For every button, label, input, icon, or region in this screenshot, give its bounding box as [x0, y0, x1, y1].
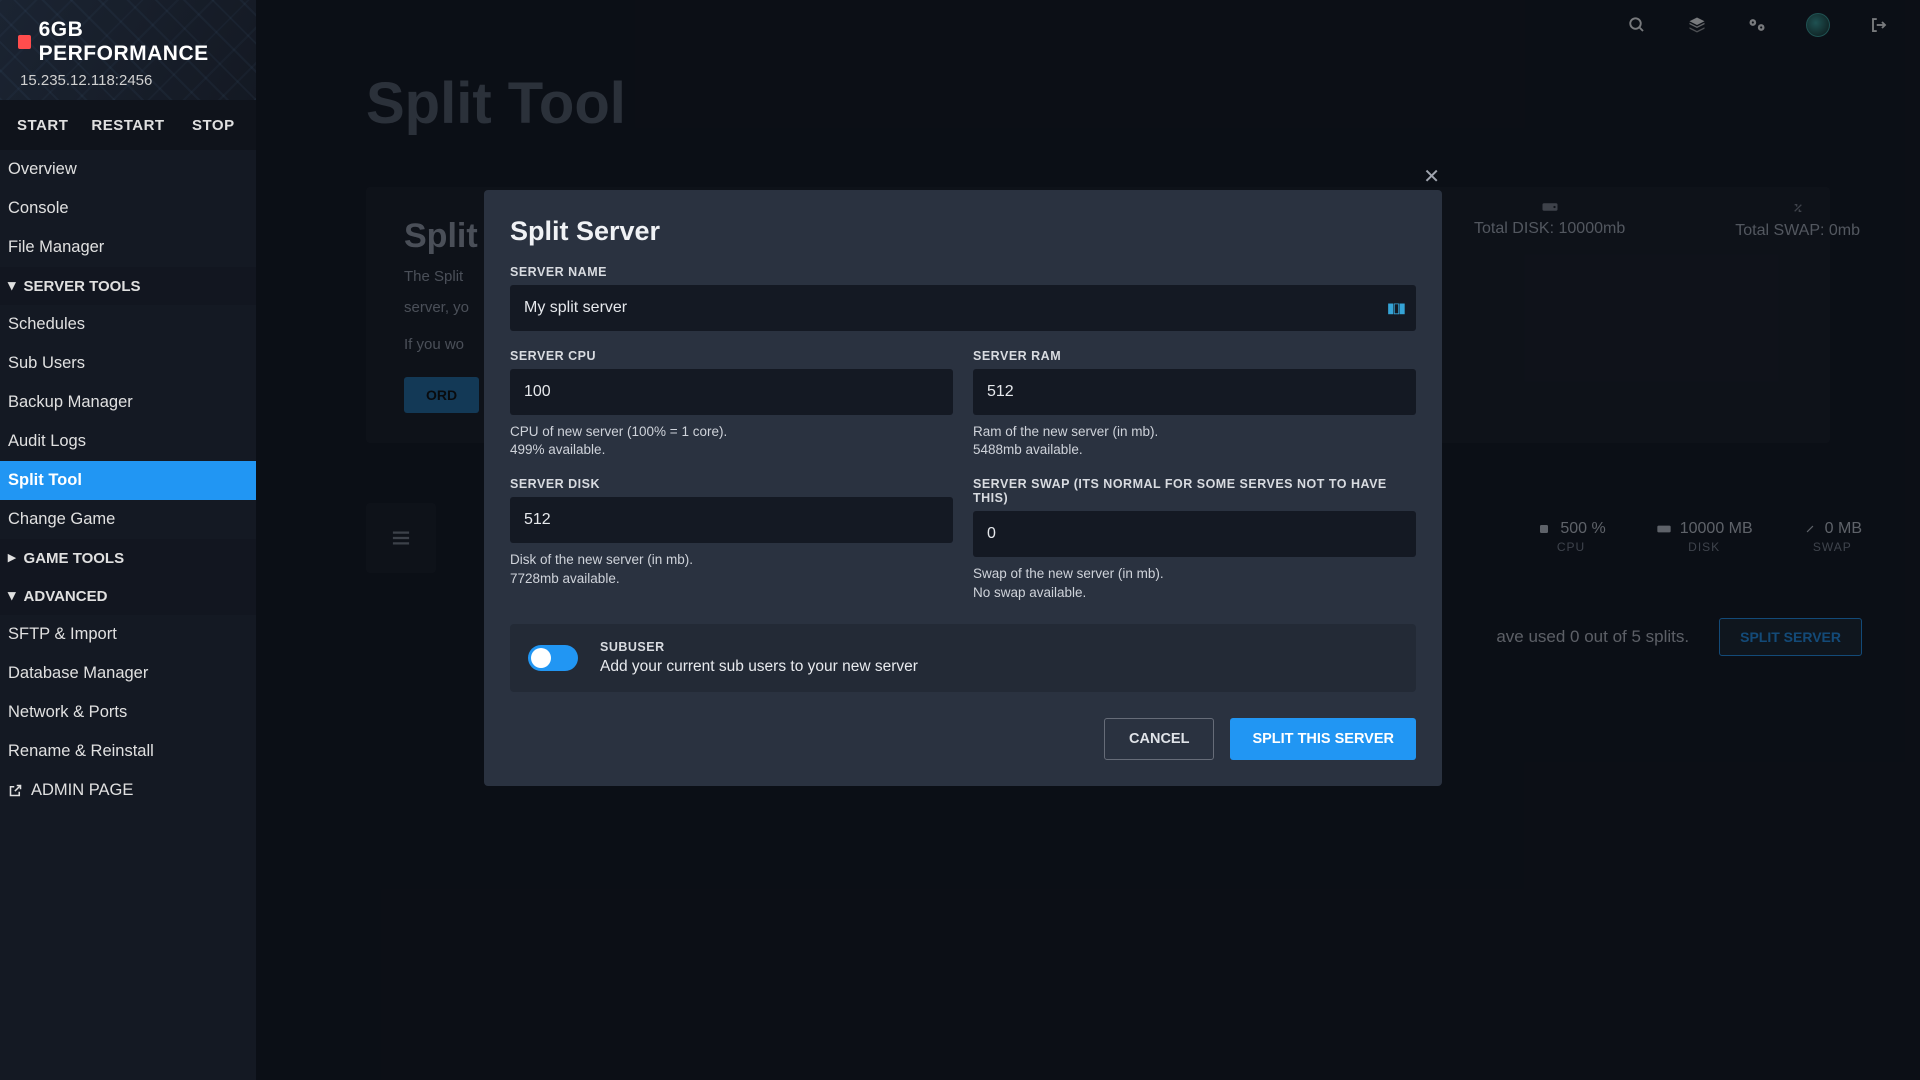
server-disk-label: SERVER DISK	[510, 477, 953, 491]
ram-help-2: 5488mb available.	[973, 441, 1416, 459]
cpu-help-1: CPU of new server (100% = 1 core).	[510, 423, 953, 441]
nav-schedules[interactable]: Schedules	[0, 305, 256, 344]
server-name-label: SERVER NAME	[510, 265, 1416, 279]
restart-button[interactable]: RESTART	[85, 100, 170, 150]
nav-rename[interactable]: Rename & Reinstall	[0, 732, 256, 771]
split-this-server-button[interactable]: SPLIT THIS SERVER	[1230, 718, 1416, 760]
subuser-toggle[interactable]	[528, 645, 578, 671]
ram-help-1: Ram of the new server (in mb).	[973, 423, 1416, 441]
chevron-right-icon: ▸	[8, 548, 16, 566]
nav-console[interactable]: Console	[0, 189, 256, 228]
swap-help-1: Swap of the new server (in mb).	[973, 565, 1416, 583]
chevron-down-icon: ▾	[8, 276, 16, 294]
power-row: START RESTART STOP	[0, 100, 256, 150]
modal-title: Split Server	[510, 216, 1416, 247]
server-ram-label: SERVER RAM	[973, 349, 1416, 363]
nav-admin-label: ADMIN PAGE	[31, 781, 133, 800]
nav-network[interactable]: Network & Ports	[0, 693, 256, 732]
nav-file-manager[interactable]: File Manager	[0, 228, 256, 267]
server-swap-label: SERVER SWAP (ITS NORMAL FOR SOME SERVES …	[973, 477, 1416, 505]
nav-list: Overview Console File Manager ▾ SERVER T…	[0, 150, 256, 810]
server-ram-input[interactable]	[973, 369, 1416, 415]
nav-admin[interactable]: ADMIN PAGE	[0, 771, 256, 810]
server-cpu-input[interactable]	[510, 369, 953, 415]
nav-audit-logs[interactable]: Audit Logs	[0, 422, 256, 461]
nav-group-label: ADVANCED	[24, 588, 108, 605]
cancel-button[interactable]: CANCEL	[1104, 718, 1214, 760]
nav-group-label: GAME TOOLS	[24, 550, 125, 567]
subuser-desc: Add your current sub users to your new s…	[600, 658, 918, 676]
nav-overview[interactable]: Overview	[0, 150, 256, 189]
close-icon[interactable]: ✕	[1423, 164, 1440, 189]
sidebar-header: 6GB PERFORMANCE 15.235.12.118:2456	[0, 0, 256, 100]
server-disk-input[interactable]	[510, 497, 953, 543]
nav-backup-manager[interactable]: Backup Manager	[0, 383, 256, 422]
subuser-box: SUBUSER Add your current sub users to yo…	[510, 624, 1416, 692]
server-address: 15.235.12.118:2456	[20, 72, 238, 89]
external-link-icon	[8, 783, 23, 798]
nav-change-game[interactable]: Change Game	[0, 500, 256, 539]
input-adornment-icon: ▮▯▮	[1387, 300, 1404, 317]
split-server-modal: ✕ Split Server SERVER NAME ▮▯▮ SERVER CP…	[484, 190, 1442, 786]
server-name-input[interactable]	[510, 285, 1416, 331]
nav-group-game-tools[interactable]: ▸ GAME TOOLS	[0, 539, 256, 577]
nav-sftp[interactable]: SFTP & Import	[0, 615, 256, 654]
start-button[interactable]: START	[0, 100, 85, 150]
disk-help-1: Disk of the new server (in mb).	[510, 551, 953, 569]
cpu-help-2: 499% available.	[510, 441, 953, 459]
nav-group-advanced[interactable]: ▾ ADVANCED	[0, 577, 256, 615]
nav-group-server-tools[interactable]: ▾ SERVER TOOLS	[0, 267, 256, 305]
sidebar: 6GB PERFORMANCE 15.235.12.118:2456 START…	[0, 0, 256, 1080]
disk-help-2: 7728mb available.	[510, 570, 953, 588]
nav-db[interactable]: Database Manager	[0, 654, 256, 693]
stop-button[interactable]: STOP	[171, 100, 256, 150]
server-swap-input[interactable]	[973, 511, 1416, 557]
nav-sub-users[interactable]: Sub Users	[0, 344, 256, 383]
swap-help-2: No swap available.	[973, 584, 1416, 602]
nav-split-tool[interactable]: Split Tool	[0, 461, 256, 500]
chevron-down-icon: ▾	[8, 586, 16, 604]
nav-group-label: SERVER TOOLS	[24, 278, 141, 295]
server-title: 6GB PERFORMANCE	[39, 18, 238, 66]
status-indicator	[18, 35, 31, 49]
server-cpu-label: SERVER CPU	[510, 349, 953, 363]
subuser-title: SUBUSER	[600, 640, 918, 654]
